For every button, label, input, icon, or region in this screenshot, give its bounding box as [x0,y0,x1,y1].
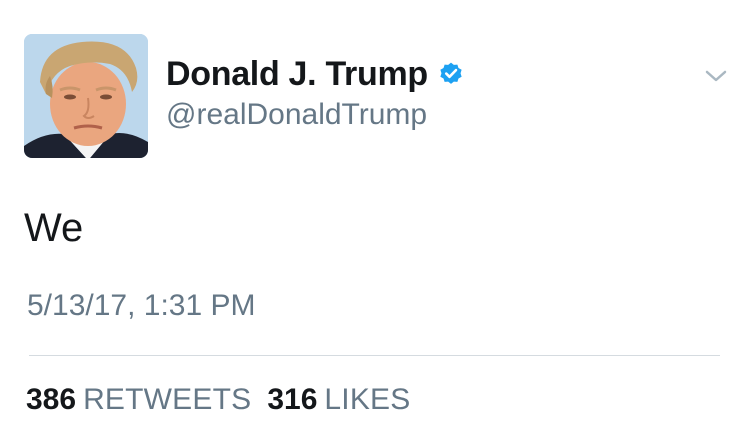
divider [29,355,720,356]
user-handle[interactable]: @realDonaldTrump [166,98,427,132]
chevron-down-icon[interactable] [704,66,728,86]
author-name-row: Donald J. Trump [166,54,464,94]
tweet-card: Donald J. Trump @realDonaldTrump We 5/13… [0,0,750,433]
profile-photo-icon [24,34,148,158]
retweets-stat[interactable]: 386 RETWEETS [26,383,251,417]
tweet-text: We [24,206,84,250]
likes-label: LIKES [324,383,411,416]
retweets-label: RETWEETS [83,383,252,416]
tweet-timestamp[interactable]: 5/13/17, 1:31 PM [27,289,256,323]
retweets-count: 386 [26,383,77,416]
verified-badge-icon [438,61,464,87]
display-name[interactable]: Donald J. Trump [166,55,428,94]
tweet-stats: 386 RETWEETS 316 LIKES [26,383,410,417]
avatar[interactable] [24,34,148,158]
likes-count: 316 [267,383,318,416]
likes-stat[interactable]: 316 LIKES [267,383,410,417]
